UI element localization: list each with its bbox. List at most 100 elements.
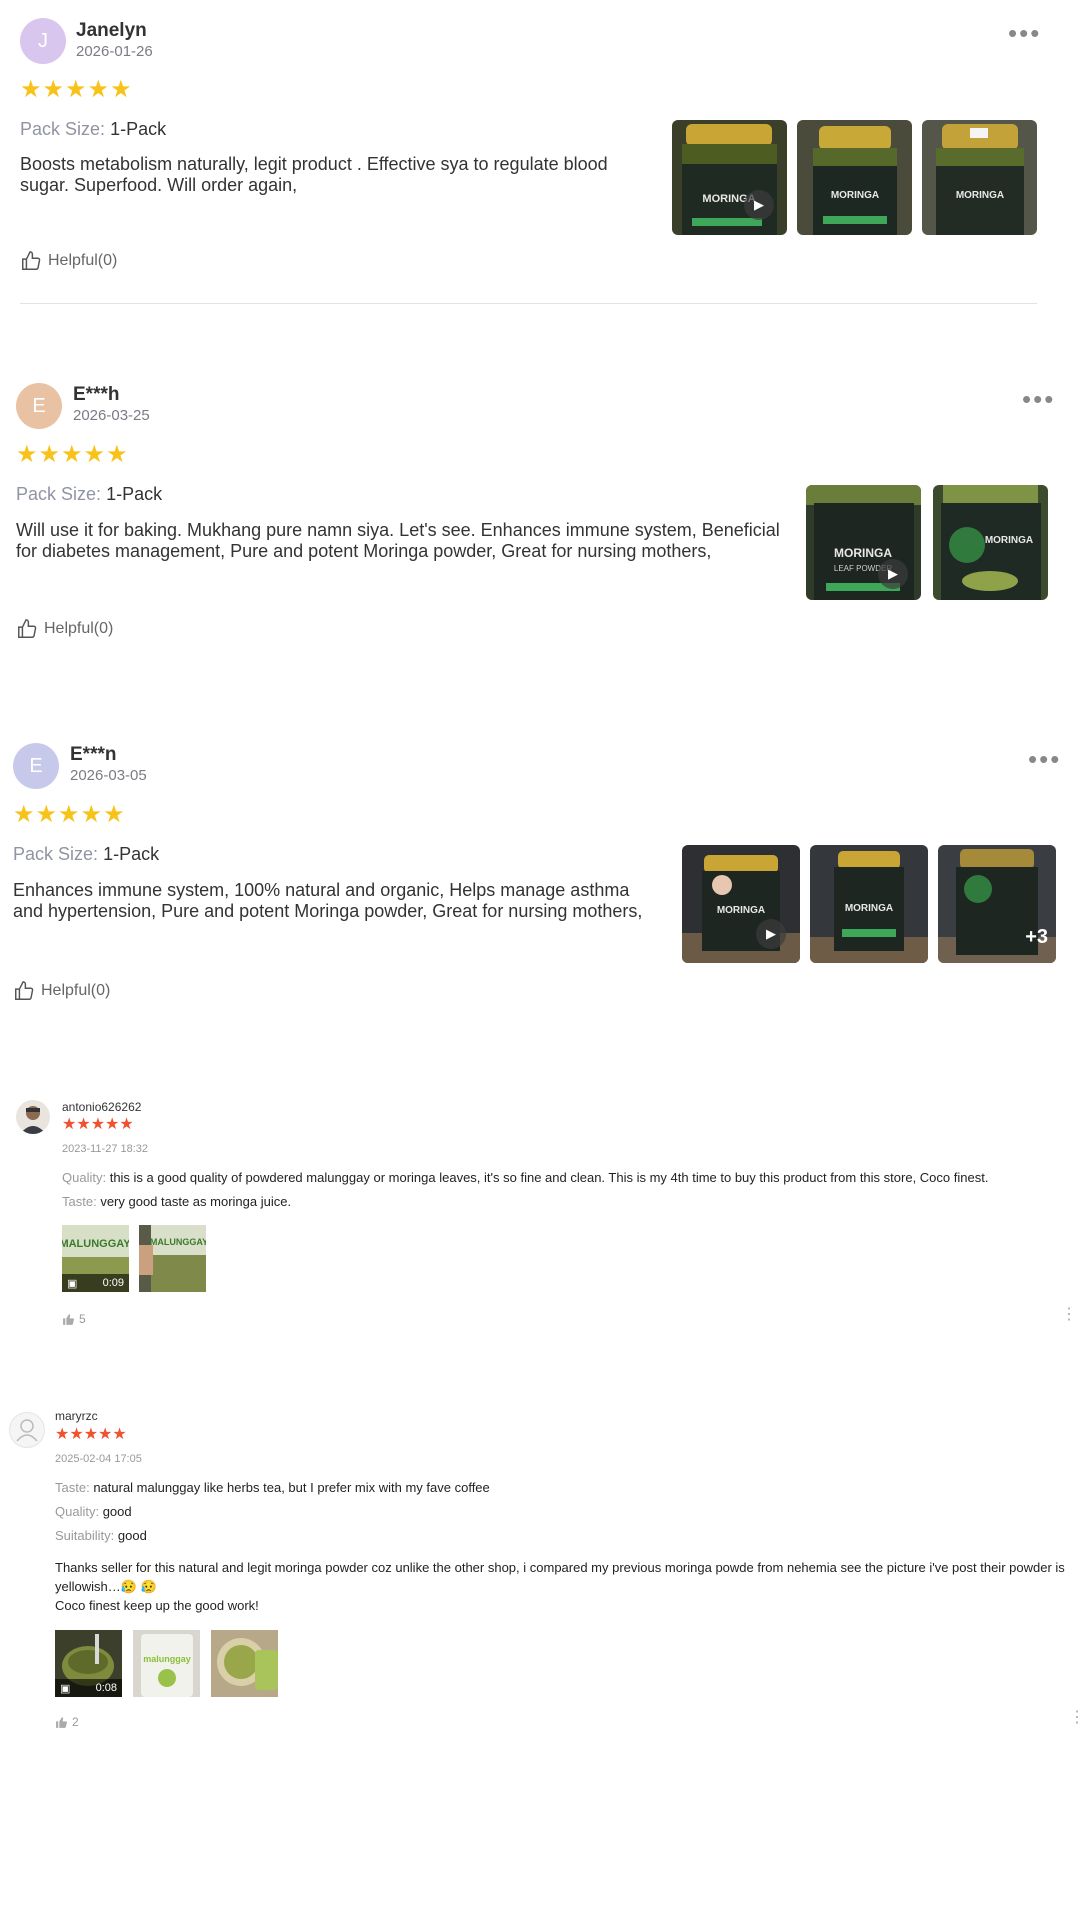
pack-size-label: Pack Size: xyxy=(16,484,102,504)
more-options-vertical-icon[interactable]: ⋮ xyxy=(1061,1307,1077,1323)
star-rating: ★★★★★ xyxy=(62,1116,134,1133)
more-options-icon[interactable]: ••• xyxy=(1008,20,1041,46)
reviewer-name: antonio626262 xyxy=(62,1100,142,1114)
review-photo-thumbnail[interactable]: MALUNGGAY xyxy=(139,1225,206,1292)
review-card: maryrzc ★★★★★ 2025-02-04 17:05 Taste: na… xyxy=(0,1400,1080,1730)
review-attribute-line: Quality: this is a good quality of powde… xyxy=(62,1170,988,1185)
attribute-value: this is a good quality of powdered malun… xyxy=(109,1170,989,1185)
avatar xyxy=(9,1412,45,1448)
review-photo-thumbnail[interactable]: MORINGA xyxy=(922,120,1037,235)
review-date: 2026-01-26 xyxy=(76,43,153,60)
helpful-button[interactable]: Helpful(0) xyxy=(20,250,117,272)
jar-label-text: MORINGA xyxy=(985,535,1033,546)
pack-size: Pack Size: 1-Pack xyxy=(13,844,159,865)
thumbs-up-icon xyxy=(18,619,37,638)
jar-label-text: MORINGA xyxy=(956,190,1004,201)
attribute-value: natural malunggay like herbs tea, but I … xyxy=(93,1480,490,1495)
review-video-thumbnail[interactable]: MORINGA LEAF POWDER ▶ xyxy=(806,485,921,600)
pack-size-value: 1-Pack xyxy=(110,119,167,139)
attribute-value: good xyxy=(102,1504,132,1519)
avatar: E xyxy=(13,743,59,789)
attribute-label: Taste: xyxy=(62,1194,97,1209)
like-button[interactable]: 2 xyxy=(55,1715,79,1729)
reviewer-name: Janelyn xyxy=(76,20,147,41)
star-rating: ★★★★★ xyxy=(13,801,126,828)
pack-size: Pack Size: 1-Pack xyxy=(20,119,166,140)
more-options-icon[interactable]: ••• xyxy=(1022,386,1055,412)
avatar: E xyxy=(16,383,62,429)
play-icon[interactable]: ▶ xyxy=(756,919,786,949)
helpful-button[interactable]: Helpful(0) xyxy=(13,980,110,1002)
avatar xyxy=(16,1100,50,1134)
more-photos-count: +3 xyxy=(1025,926,1048,948)
thumbs-up-icon xyxy=(15,981,34,1000)
review-attribute-line: Taste: natural malunggay like herbs tea,… xyxy=(55,1480,490,1495)
review-video-thumbnail[interactable]: MALUNGGAY ▣ 0:09 xyxy=(62,1225,129,1292)
pack-size-value: 1-Pack xyxy=(103,844,160,864)
attribute-label: Quality: xyxy=(62,1170,107,1185)
thumbs-up-icon xyxy=(56,1716,67,1728)
helpful-label: Helpful(0) xyxy=(41,982,111,999)
thumbs-up-icon xyxy=(63,1313,74,1325)
like-count: 5 xyxy=(79,1312,86,1326)
video-duration-bar: ▣ 0:08 xyxy=(55,1679,122,1697)
pack-size-label: Pack Size: xyxy=(20,119,106,139)
review-card: J Janelyn 2026-01-26 ••• ★★★★★ Pack Size… xyxy=(0,0,1060,310)
divider xyxy=(20,303,1037,304)
bag-label-text: MALUNGGAY xyxy=(150,1237,206,1247)
video-duration: 0:09 xyxy=(102,1277,124,1289)
helpful-label: Helpful(0) xyxy=(48,252,118,269)
review-video-thumbnail[interactable]: MORINGA ▶ xyxy=(682,845,800,963)
review-text: Will use it for baking. Mukhang pure nam… xyxy=(16,520,780,561)
attribute-label: Suitability: xyxy=(55,1528,115,1543)
reviewer-name: E***h xyxy=(73,384,120,405)
jar-label-text: MORINGA xyxy=(845,903,893,914)
more-options-vertical-icon[interactable]: ⋮ xyxy=(1069,1710,1080,1726)
review-photo-thumbnail[interactable]: MORINGA xyxy=(810,845,928,963)
review-card: E E***h 2026-03-25 ••• ★★★★★ Pack Size: … xyxy=(0,360,1060,660)
review-video-thumbnail[interactable]: MORINGA ▶ xyxy=(672,120,787,235)
helpful-button[interactable]: Helpful(0) xyxy=(16,618,113,640)
play-icon[interactable]: ▶ xyxy=(878,559,908,589)
review-photo-thumbnail[interactable]: MORINGA xyxy=(933,485,1048,600)
review-photo-thumbnail[interactable]: malunggay xyxy=(133,1630,200,1697)
review-attribute-line: Suitability: good xyxy=(55,1528,147,1543)
attribute-label: Taste: xyxy=(55,1480,90,1495)
bag-label-text: MALUNGGAY xyxy=(62,1238,129,1250)
review-photo-thumbnail[interactable]: MORINGA xyxy=(797,120,912,235)
review-photo-thumbnail[interactable]: +3 xyxy=(938,845,1056,963)
review-photo-thumbnail[interactable] xyxy=(211,1630,278,1697)
attribute-value: good xyxy=(117,1528,147,1543)
avatar: J xyxy=(20,18,66,64)
play-icon[interactable]: ▶ xyxy=(744,190,774,220)
pack-size: Pack Size: 1-Pack xyxy=(16,484,162,505)
jar-label-text: MORINGA xyxy=(834,546,892,560)
attribute-label: Quality: xyxy=(55,1504,100,1519)
review-date: 2026-03-25 xyxy=(73,407,150,424)
review-date: 2026-03-05 xyxy=(70,767,147,784)
review-body: Coco finest keep up the good work! xyxy=(55,1598,259,1613)
video-camera-icon: ▣ xyxy=(60,1682,71,1695)
like-button[interactable]: 5 xyxy=(62,1312,86,1326)
review-date: 2025-02-04 17:05 xyxy=(55,1453,142,1465)
review-body: Thanks seller for this natural and legit… xyxy=(55,1560,1065,1594)
like-count: 2 xyxy=(72,1715,79,1729)
star-rating: ★★★★★ xyxy=(20,76,133,103)
jar-label-text: MORINGA xyxy=(717,905,765,916)
thumbs-up-icon xyxy=(22,251,41,270)
star-rating: ★★★★★ xyxy=(16,441,129,468)
bag-label-text: malunggay xyxy=(143,1654,191,1664)
reviewer-name: E***n xyxy=(70,744,117,765)
pack-size-label: Pack Size: xyxy=(13,844,99,864)
star-rating: ★★★★★ xyxy=(55,1426,127,1443)
user-placeholder-icon xyxy=(16,1419,38,1442)
review-attribute-line: Taste: very good taste as moringa juice. xyxy=(62,1194,291,1209)
pack-size-value: 1-Pack xyxy=(106,484,163,504)
review-date: 2023-11-27 18:32 xyxy=(62,1143,149,1155)
review-text: Boosts metabolism naturally, legit produ… xyxy=(20,154,608,195)
helpful-label: Helpful(0) xyxy=(44,620,114,637)
reviewer-name: maryrzc xyxy=(55,1409,98,1423)
more-options-icon[interactable]: ••• xyxy=(1028,746,1061,772)
video-duration: 0:08 xyxy=(95,1682,117,1694)
review-video-thumbnail[interactable]: ▣ 0:08 xyxy=(55,1630,122,1697)
